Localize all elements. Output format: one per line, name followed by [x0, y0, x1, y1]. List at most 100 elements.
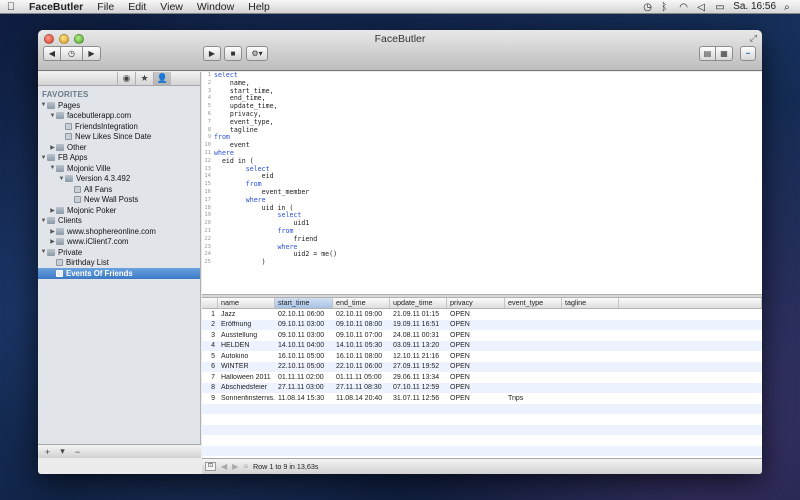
line-number: 4	[207, 95, 211, 102]
sidebar-item[interactable]: FriendsIntegration	[38, 121, 200, 132]
menu-file[interactable]: File	[90, 1, 121, 13]
favorites-tab-icon[interactable]: ★	[135, 72, 153, 85]
column-header[interactable]: tagline	[562, 298, 619, 308]
disclosure-open-icon[interactable]: ▼	[40, 218, 47, 224]
prev-page-icon[interactable]: ◀	[221, 462, 227, 471]
disclosure-open-icon[interactable]: ▼	[49, 165, 56, 171]
table-row[interactable]: 4 HELDEN 14.10.11 04:00 14.10.11 05:30 03.09…	[202, 340, 762, 351]
sidebar-item[interactable]: All Fans	[38, 184, 200, 195]
favorites-section-header: FAVORITES	[42, 90, 89, 99]
sidebar-item[interactable]: New Likes Since Date	[38, 132, 200, 143]
table-row[interactable]: 8 Abschiedsfeier 27.11.11 03:00 27.11.11 08…	[202, 382, 762, 393]
forward-button[interactable]: ▶	[83, 46, 101, 61]
menu-window[interactable]: Window	[190, 1, 241, 13]
disclosure-closed-icon[interactable]: ▶	[49, 144, 56, 151]
layout-split-button[interactable]: ▤	[699, 46, 716, 61]
menu-help[interactable]: Help	[241, 1, 277, 13]
disclosure-closed-icon[interactable]: ▶	[49, 238, 56, 245]
table-row[interactable]: 2 Eröffnung 09.10.11 03:00 09.10.11 08:00 19…	[202, 319, 762, 330]
disclosure-closed-icon[interactable]: ▶	[49, 228, 56, 235]
table-row[interactable]: 5 Autokino 16.10.11 05:00 16.10.11 08:00 12.…	[202, 351, 762, 362]
column-header[interactable]: start_time	[275, 298, 333, 308]
sidebar-item[interactable]: ▼ Private	[38, 247, 200, 258]
query-document-icon	[56, 269, 63, 277]
back-button[interactable]: ◀	[43, 46, 61, 61]
options-menu-button[interactable]: ▾	[57, 446, 68, 457]
sidebar-item[interactable]: New Wall Posts	[38, 195, 200, 206]
column-header[interactable]	[202, 298, 218, 308]
sidebar-item-label: Version 4.3.492	[76, 174, 131, 184]
wifi-icon[interactable]: ◠	[679, 2, 689, 13]
column-header[interactable]: event_type	[505, 298, 562, 308]
sidebar-item-label: Clients	[58, 216, 82, 226]
table-row[interactable]: 7 Halloween 2011 01.11.11 02:00 01.11.11 05…	[202, 372, 762, 383]
folder-icon	[56, 206, 64, 214]
disclosure-open-icon[interactable]: ▼	[40, 249, 47, 255]
disclosure-closed-icon[interactable]: ▶	[49, 207, 56, 214]
table-row[interactable]: 1 Jazz 02.10.11 06:00 02.10.11 09:00 21.09.1…	[202, 309, 762, 320]
volume-icon[interactable]: ◁	[697, 2, 707, 13]
sidebar-item[interactable]: Birthday List	[38, 258, 200, 269]
battery-icon[interactable]: ▭	[715, 2, 725, 13]
sidebar-item[interactable]: ▶ Mojonic Poker	[38, 205, 200, 216]
menu-edit[interactable]: Edit	[121, 1, 153, 13]
sidebar-tabs: ◉ ★ 👤	[38, 72, 200, 86]
export-icon[interactable]: ⊡	[205, 462, 216, 471]
sidebar-item[interactable]: ▼ facebutlerapp.com	[38, 111, 200, 122]
sidebar-item[interactable]: ▼ Mojonic Ville	[38, 163, 200, 174]
sidebar-item[interactable]: ▶ Other	[38, 142, 200, 153]
sidebar-item[interactable]: ▼ Clients	[38, 216, 200, 227]
fullscreen-icon[interactable]: ⤢	[750, 33, 757, 44]
menu-view[interactable]: View	[153, 1, 190, 13]
menu-clock[interactable]: Sa. 16:56	[733, 1, 776, 12]
next-page-icon[interactable]: ▶	[232, 462, 238, 471]
sidebar-item[interactable]: ▼ FB Apps	[38, 153, 200, 164]
remove-item-button[interactable]: −	[72, 447, 83, 457]
sidebar-item[interactable]: ▼ Version 4.3.492	[38, 174, 200, 185]
table-cell: OPEN	[450, 394, 470, 402]
column-header[interactable]: end_time	[333, 298, 390, 308]
table-row[interactable]: 3 Ausstellung 09.10.11 03:00 09.10.11 07:00…	[202, 330, 762, 341]
add-item-button[interactable]: +	[42, 447, 53, 457]
apple-menu-icon[interactable]: 	[0, 1, 22, 13]
table-cell: OPEN	[450, 384, 470, 392]
column-header[interactable]: update_time	[390, 298, 447, 308]
sidebar-item[interactable]: ▶ www.iClient7.com	[38, 237, 200, 248]
table-cell: OPEN	[450, 321, 470, 329]
sidebar-item[interactable]: Events Of Friends	[38, 268, 200, 279]
table-cell: 3	[211, 331, 215, 339]
table-row[interactable]: 9 Sonnenfinsternis... 11.08.14 15:30 11.08.…	[202, 393, 762, 404]
column-header[interactable]: privacy	[447, 298, 505, 308]
sidebar-item[interactable]: ▶ www.shophereonline.com	[38, 226, 200, 237]
disclosure-open-icon[interactable]: ▼	[40, 102, 47, 108]
table-cell: 01.11.11 05:00	[336, 373, 382, 381]
watch-tab-icon[interactable]: ◉	[117, 72, 135, 85]
sidebar-item-label: www.shophereonline.com	[67, 226, 156, 236]
disclosure-open-icon[interactable]: ▼	[40, 155, 47, 161]
user-tab-icon[interactable]: 👤	[153, 72, 171, 85]
list-view-icon[interactable]: ≡	[243, 462, 248, 471]
bluetooth-icon[interactable]: ᛒ	[661, 2, 671, 13]
table-cell: 8	[211, 384, 215, 392]
line-number: 8	[207, 126, 211, 133]
sidebar-item[interactable]: ▼ Pages	[38, 100, 200, 111]
spotlight-icon[interactable]: ⌕	[784, 2, 794, 13]
activity-monitor-button[interactable]: ~	[740, 46, 756, 61]
code-line: 5 update_time,	[202, 102, 762, 111]
stop-query-button[interactable]: ■	[224, 46, 242, 61]
run-query-button[interactable]: ▶	[203, 46, 221, 61]
query-document-icon	[65, 122, 72, 130]
query-editor[interactable]: 1 select 2 name, 3 start_time, 4 end_time, 5 …	[202, 72, 762, 294]
column-header[interactable]: name	[218, 298, 275, 308]
action-menu-button[interactable]: ⚙▾	[246, 46, 268, 61]
layout-grid-button[interactable]: ▦	[716, 46, 733, 61]
line-number: 15	[204, 181, 211, 188]
time-machine-icon[interactable]: ◷	[643, 2, 653, 13]
history-button[interactable]: ◷	[61, 46, 83, 61]
line-number: 19	[204, 212, 211, 219]
disclosure-open-icon[interactable]: ▼	[49, 113, 56, 119]
table-row[interactable]: 6 WINTER 22.10.11 05:00 22.10.11 06:00 27.09…	[202, 361, 762, 372]
table-cell: Halloween 2011	[221, 373, 271, 381]
menu-app-name[interactable]: FaceButler	[22, 1, 90, 13]
disclosure-open-icon[interactable]: ▼	[58, 176, 65, 182]
